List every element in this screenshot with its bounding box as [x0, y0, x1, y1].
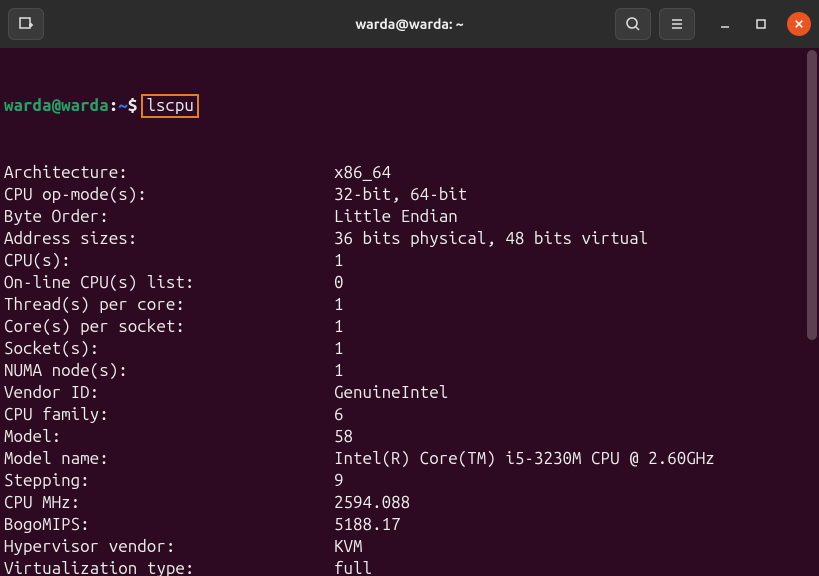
search-button[interactable]: [615, 8, 651, 40]
output-value: 36 bits physical, 48 bits virtual: [334, 228, 648, 250]
output-label: CPU(s):: [4, 250, 334, 272]
prompt-path: ~: [118, 95, 128, 117]
output-line: Address sizes:36 bits physical, 48 bits …: [4, 228, 815, 250]
output-value: 6: [334, 404, 344, 426]
output-line: Core(s) per socket:1: [4, 316, 815, 338]
output-line: CPU(s):1: [4, 250, 815, 272]
output-value: 32-bit, 64-bit: [334, 184, 467, 206]
output-value: 1: [334, 316, 344, 338]
output-label: Model:: [4, 426, 334, 448]
terminal-area[interactable]: warda@warda:~$lscpu Architecture:x86_64C…: [0, 48, 819, 576]
output-line: Model name:Intel(R) Core(TM) i5-3230M CP…: [4, 448, 815, 470]
output-label: On-line CPU(s) list:: [4, 272, 334, 294]
output-label: NUMA node(s):: [4, 360, 334, 382]
window-title: warda@warda: ~: [355, 16, 463, 32]
output-label: Core(s) per socket:: [4, 316, 334, 338]
output-line: Byte Order:Little Endian: [4, 206, 815, 228]
output-value: 1: [334, 338, 344, 360]
output-label: Thread(s) per core:: [4, 294, 334, 316]
output-label: Virtualization type:: [4, 558, 334, 576]
prompt-colon: :: [109, 95, 119, 117]
output-line: CPU family:6: [4, 404, 815, 426]
output-label: Byte Order:: [4, 206, 334, 228]
close-icon: [794, 19, 804, 29]
output-line: Thread(s) per core:1: [4, 294, 815, 316]
output-container: Architecture:x86_64CPU op-mode(s):32-bit…: [4, 162, 815, 576]
output-value: 1: [334, 294, 344, 316]
output-line: On-line CPU(s) list:0: [4, 272, 815, 294]
command-highlight: lscpu: [141, 94, 199, 118]
scrollbar[interactable]: [807, 50, 817, 340]
output-value: Intel(R) Core(TM) i5-3230M CPU @ 2.60GHz: [334, 448, 715, 470]
prompt-symbol: $: [128, 95, 138, 117]
output-value: 5188.17: [334, 514, 401, 536]
output-label: Vendor ID:: [4, 382, 334, 404]
output-line: BogoMIPS:5188.17: [4, 514, 815, 536]
minimize-button[interactable]: [715, 14, 735, 34]
menu-button[interactable]: [659, 8, 695, 40]
close-button[interactable]: [787, 12, 811, 36]
titlebar-right: [615, 8, 811, 40]
output-value: 1: [334, 360, 344, 382]
prompt-line: warda@warda:~$lscpu: [4, 94, 815, 118]
hamburger-icon: [669, 16, 685, 32]
output-label: CPU op-mode(s):: [4, 184, 334, 206]
output-label: Stepping:: [4, 470, 334, 492]
minimize-icon: [719, 18, 731, 30]
output-line: NUMA node(s):1: [4, 360, 815, 382]
output-line: Virtualization type:full: [4, 558, 815, 576]
output-label: CPU family:: [4, 404, 334, 426]
output-label: BogoMIPS:: [4, 514, 334, 536]
new-tab-button[interactable]: [8, 8, 44, 40]
output-label: Socket(s):: [4, 338, 334, 360]
output-label: Model name:: [4, 448, 334, 470]
output-value: 1: [334, 250, 344, 272]
output-line: Vendor ID:GenuineIntel: [4, 382, 815, 404]
output-label: CPU MHz:: [4, 492, 334, 514]
output-value: 0: [334, 272, 344, 294]
output-value: 58: [334, 426, 353, 448]
output-line: CPU MHz:2594.088: [4, 492, 815, 514]
new-tab-icon: [18, 16, 34, 32]
output-value: Little Endian: [334, 206, 458, 228]
terminal-content: warda@warda:~$lscpu Architecture:x86_64C…: [4, 50, 815, 576]
output-value: 9: [334, 470, 344, 492]
output-label: Architecture:: [4, 162, 334, 184]
output-value: GenuineIntel: [334, 382, 448, 404]
maximize-icon: [755, 18, 767, 30]
window-controls: [715, 12, 811, 36]
output-line: Architecture:x86_64: [4, 162, 815, 184]
output-label: Address sizes:: [4, 228, 334, 250]
output-line: CPU op-mode(s):32-bit, 64-bit: [4, 184, 815, 206]
titlebar: warda@warda: ~: [0, 0, 819, 48]
search-icon: [625, 16, 641, 32]
output-value: KVM: [334, 536, 363, 558]
output-label: Hypervisor vendor:: [4, 536, 334, 558]
output-line: Socket(s):1: [4, 338, 815, 360]
maximize-button[interactable]: [751, 14, 771, 34]
prompt-user-host: warda@warda: [4, 95, 109, 117]
output-line: Hypervisor vendor:KVM: [4, 536, 815, 558]
output-value: 2594.088: [334, 492, 410, 514]
output-value: full: [334, 558, 372, 576]
output-line: Stepping:9: [4, 470, 815, 492]
output-line: Model:58: [4, 426, 815, 448]
output-value: x86_64: [334, 162, 391, 184]
